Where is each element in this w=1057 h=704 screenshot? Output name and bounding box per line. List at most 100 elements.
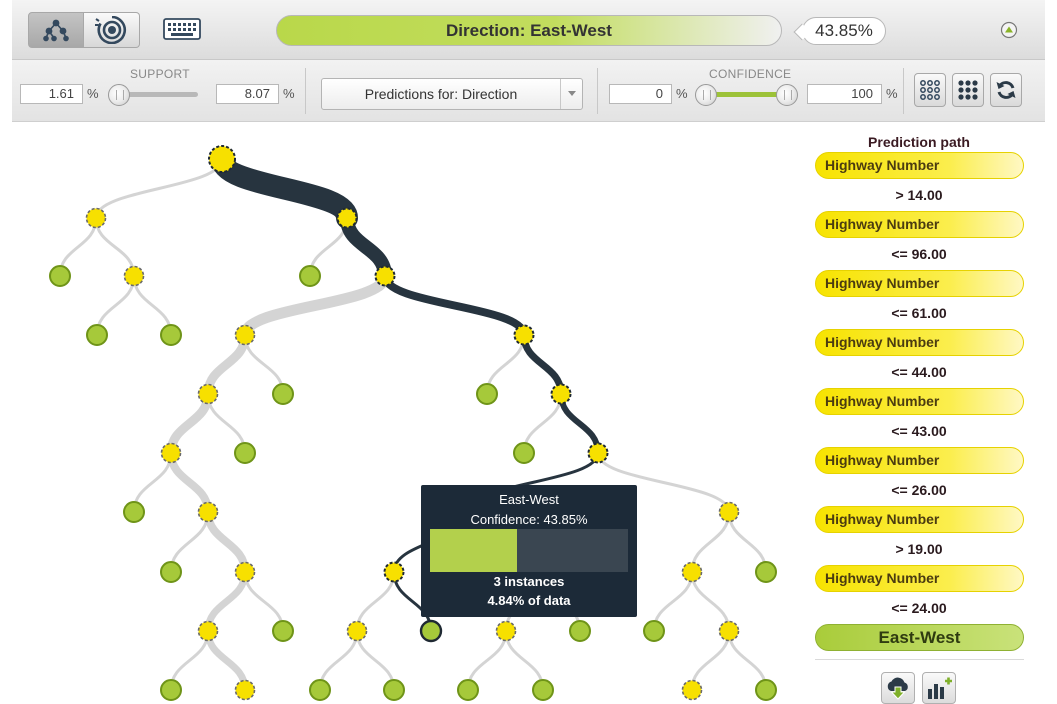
refresh-button[interactable]: [990, 73, 1022, 107]
path-step-field[interactable]: Highway Number: [815, 211, 1024, 238]
split-node[interactable]: [234, 561, 256, 583]
path-step-condition: > 19.00: [895, 541, 943, 557]
support-max-input[interactable]: 8.07: [216, 84, 279, 104]
path-step-field[interactable]: Highway Number: [815, 152, 1024, 179]
split-node[interactable]: [197, 383, 219, 405]
leaf-node[interactable]: [383, 679, 405, 701]
leaf-node[interactable]: [513, 442, 535, 464]
split-node[interactable]: [336, 207, 358, 229]
confidence-pct: 43.85%: [815, 21, 873, 40]
path-step-field[interactable]: Highway Number: [815, 565, 1024, 592]
leaf-node[interactable]: [299, 265, 321, 287]
tooltip-instances: 3 instances: [493, 574, 565, 589]
divider: [903, 68, 904, 114]
leaf-node[interactable]: [755, 561, 777, 583]
node-tooltip: East-West Confidence: 43.85% 3 instances…: [421, 485, 637, 617]
leaf-node[interactable]: [86, 324, 108, 346]
leaf-node[interactable]: [532, 679, 554, 701]
tree-links: [58, 148, 768, 694]
split-node[interactable]: [495, 620, 517, 642]
download-model-button[interactable]: [881, 672, 915, 704]
divider: [815, 659, 1024, 660]
split-node[interactable]: [681, 679, 703, 701]
tree-view-button[interactable]: [28, 12, 84, 48]
support-min-input[interactable]: 1.61: [20, 84, 83, 104]
prediction-path-link: [211, 148, 358, 229]
path-result[interactable]: East-West: [815, 624, 1024, 651]
sparse-grid-button[interactable]: [914, 73, 946, 107]
path-step-condition: <= 61.00: [891, 305, 947, 321]
split-node[interactable]: [513, 324, 535, 346]
support-slider-knob[interactable]: [108, 84, 130, 106]
split-node[interactable]: [234, 679, 256, 701]
direction-label: Direction: East-West: [446, 20, 612, 40]
leaf-node[interactable]: [419, 619, 443, 643]
split-node[interactable]: [197, 501, 219, 523]
split-node[interactable]: [208, 145, 236, 173]
tree-link: [167, 449, 212, 516]
tooltip-data-share: 4.84% of data: [487, 593, 571, 608]
tree-link: [690, 629, 731, 692]
tree-link: [204, 627, 249, 694]
collapse-button[interactable]: [1000, 21, 1018, 39]
path-step-condition: > 14.00: [895, 187, 943, 203]
path-step-field[interactable]: Highway Number: [815, 270, 1024, 297]
leaf-node[interactable]: [309, 679, 331, 701]
split-node[interactable]: [681, 561, 703, 583]
tree-link: [94, 216, 136, 278]
tree-link: [166, 389, 213, 458]
tree-link: [204, 568, 249, 635]
prediction-path-link: [520, 331, 565, 398]
leaf-node[interactable]: [457, 679, 479, 701]
predictions-select-value: Predictions for: Direction: [364, 86, 518, 102]
leaf-node[interactable]: [272, 620, 294, 642]
tooltip-confidence-fill: [430, 529, 517, 572]
split-node[interactable]: [85, 207, 107, 229]
prediction-path-title: Prediction path: [868, 134, 970, 150]
path-step-field[interactable]: Highway Number: [815, 388, 1024, 415]
leaf-node[interactable]: [755, 679, 777, 701]
split-node[interactable]: [123, 265, 145, 287]
predictions-select[interactable]: Predictions for: Direction: [321, 78, 583, 110]
split-node[interactable]: [374, 265, 396, 287]
path-step-field[interactable]: Highway Number: [815, 506, 1024, 533]
split-node[interactable]: [383, 561, 405, 583]
leaf-node[interactable]: [160, 679, 182, 701]
confidence-min-input[interactable]: 0: [609, 84, 672, 104]
add-chart-icon: [928, 677, 952, 699]
leaf-node[interactable]: [123, 501, 145, 523]
leaf-node[interactable]: [49, 265, 71, 287]
tree-link: [690, 510, 731, 574]
split-node[interactable]: [346, 620, 368, 642]
sunburst-view-button[interactable]: [84, 12, 140, 48]
leaf-node[interactable]: [160, 324, 182, 346]
split-node[interactable]: [197, 620, 219, 642]
leaf-node[interactable]: [643, 620, 665, 642]
split-node[interactable]: [718, 620, 740, 642]
tree-link: [690, 570, 731, 633]
add-chart-button[interactable]: [922, 672, 956, 704]
leaf-node[interactable]: [569, 620, 591, 642]
tree-link: [94, 157, 224, 220]
confidence-max-input[interactable]: 100: [807, 84, 882, 104]
split-node[interactable]: [234, 324, 256, 346]
split-node[interactable]: [550, 383, 572, 405]
split-node[interactable]: [718, 501, 740, 523]
keyboard-icon: [163, 18, 201, 40]
sparse-grid-icon: [920, 80, 940, 100]
split-node[interactable]: [160, 442, 182, 464]
dense-grid-button[interactable]: [952, 73, 984, 107]
support-caption: SUPPORT: [130, 67, 190, 81]
view-mode-group: [28, 12, 140, 48]
path-step-field[interactable]: Highway Number: [815, 447, 1024, 474]
leaf-node[interactable]: [160, 561, 182, 583]
split-node[interactable]: [587, 442, 609, 464]
leaf-node[interactable]: [476, 383, 498, 405]
path-step-field[interactable]: Highway Number: [815, 329, 1024, 356]
prediction-path-link: [340, 211, 392, 283]
leaf-node[interactable]: [234, 442, 256, 464]
confidence-slider-min-knob[interactable]: [695, 84, 717, 106]
leaf-node[interactable]: [272, 383, 294, 405]
keyboard-button[interactable]: [162, 14, 202, 44]
confidence-slider-max-knob[interactable]: [776, 84, 798, 106]
